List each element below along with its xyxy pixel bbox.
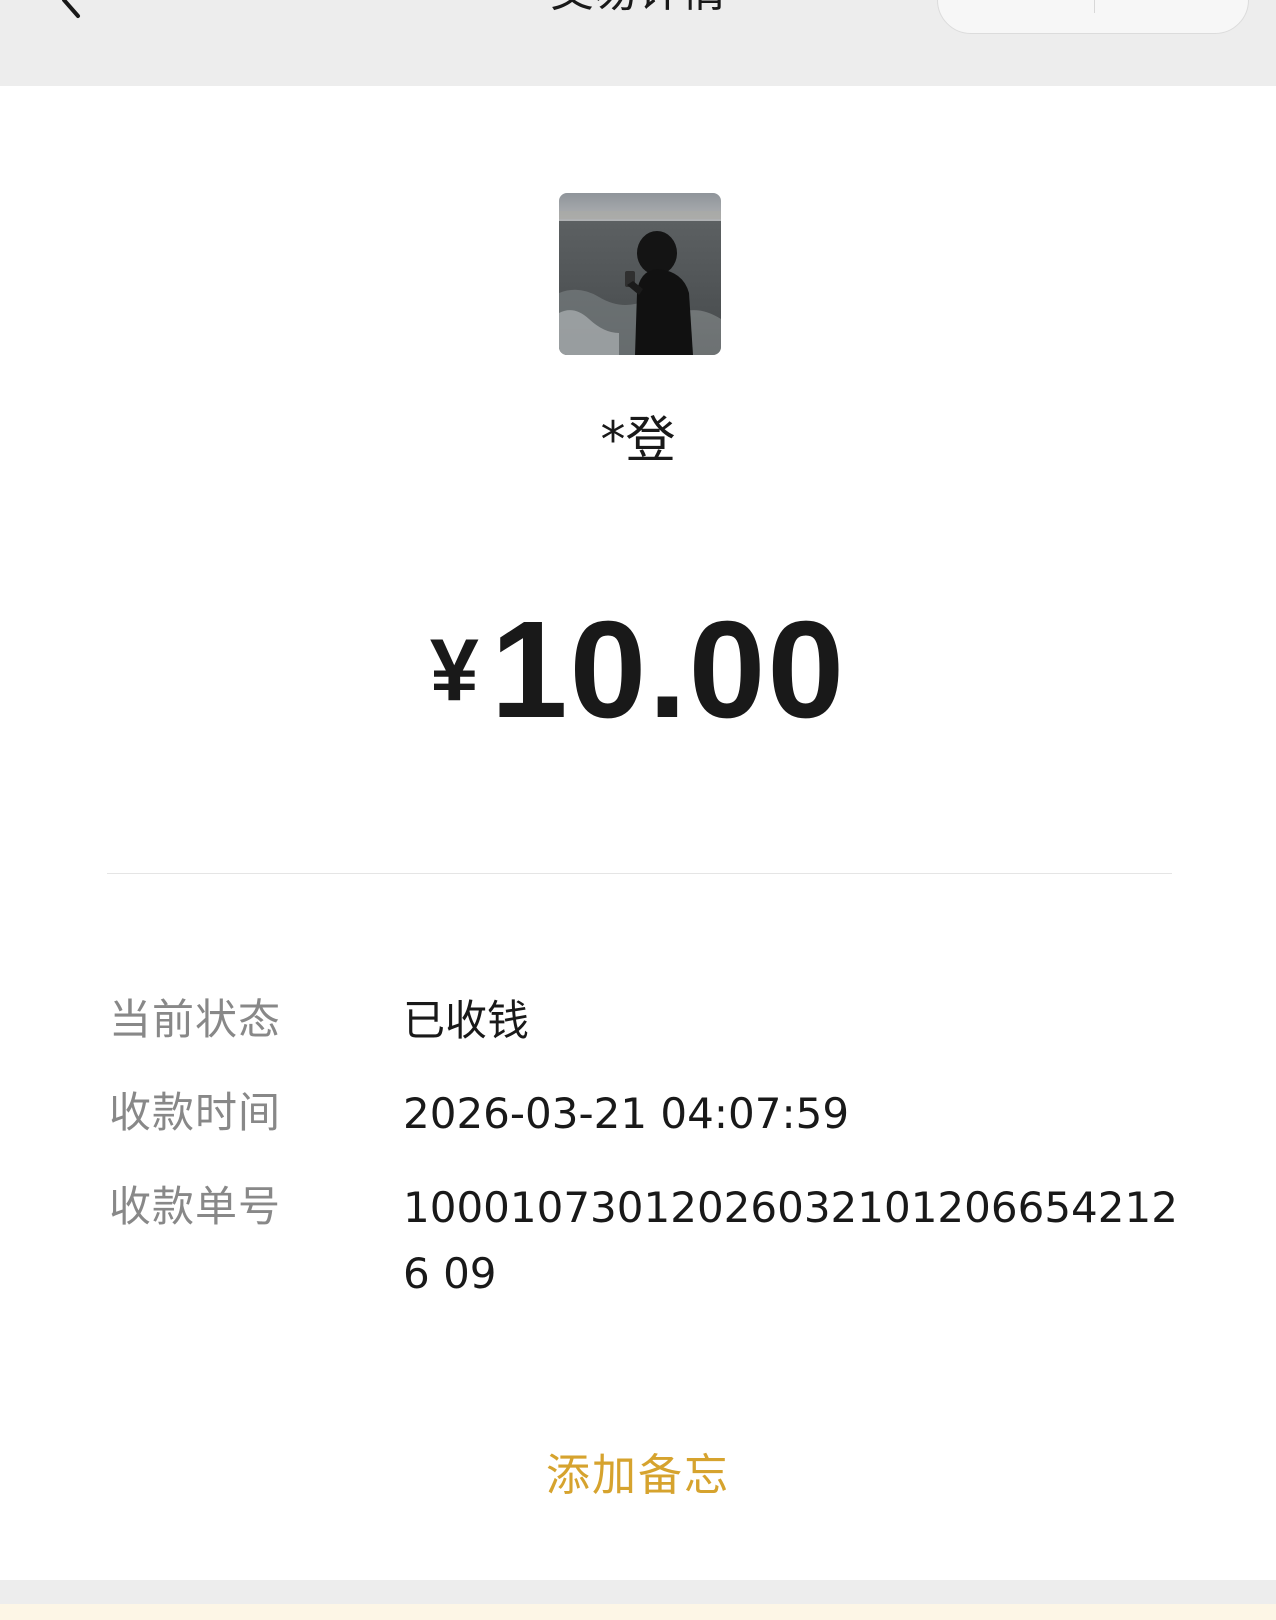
navigation-bar: 交易详情 — [0, 0, 1276, 86]
transaction-amount: ¥10.00 — [0, 601, 1276, 778]
status-value: 已收钱 — [403, 996, 530, 1045]
more-button[interactable] — [938, 0, 1094, 35]
payer-avatar — [559, 193, 721, 355]
close-circle-icon — [1145, 0, 1197, 1]
currency-symbol: ¥ — [429, 620, 479, 719]
bottom-notice-strip — [0, 1604, 1276, 1620]
payer-name: *登 — [600, 411, 676, 469]
add-note-link[interactable]: 添加备忘 — [0, 1446, 1276, 1506]
time-label: 收款时间 — [109, 1088, 282, 1137]
time-value: 2026-03-21 04:07:59 — [403, 1089, 850, 1138]
close-button[interactable] — [1095, 0, 1249, 33]
amount-value: 10.00 — [490, 593, 847, 747]
status-label: 当前状态 — [109, 995, 282, 1044]
bottom-separator — [0, 1580, 1276, 1604]
order-number-label: 收款单号 — [109, 1182, 282, 1231]
mini-program-capsule — [937, 0, 1249, 34]
order-number-value: 100010730120260321012066542126 09 — [403, 1183, 1178, 1298]
section-divider — [107, 873, 1172, 874]
